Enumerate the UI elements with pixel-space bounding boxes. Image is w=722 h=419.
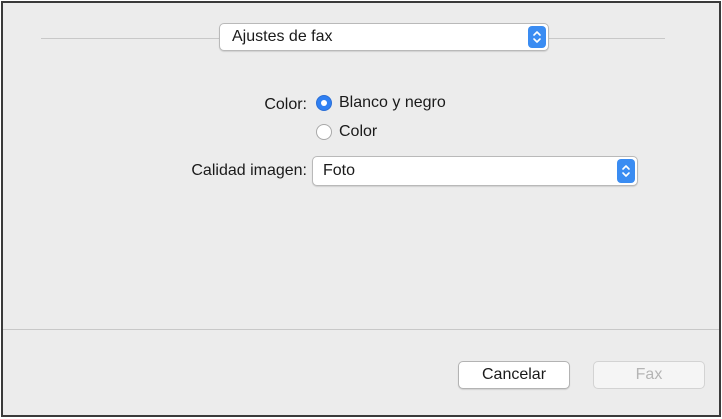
updown-chevron-icon [617, 159, 635, 183]
cancel-button[interactable]: Cancelar [458, 361, 570, 389]
image-quality-popup[interactable]: Foto [312, 156, 638, 186]
fax-settings-dialog: Ajustes de fax Color: Blanco y negro Col… [1, 1, 721, 417]
radio-color-label: Color [339, 123, 378, 140]
bottom-separator [3, 329, 719, 330]
settings-section-value: Ajustes de fax [232, 28, 333, 45]
radio-black-and-white-label: Blanco y negro [339, 94, 446, 111]
radio-black-and-white[interactable]: Blanco y negro [316, 94, 446, 112]
image-quality-value: Foto [323, 162, 356, 179]
updown-chevron-icon [528, 26, 546, 48]
settings-section-popup[interactable]: Ajustes de fax [219, 23, 549, 51]
radio-selected-icon[interactable] [316, 95, 332, 111]
color-label: Color: [264, 96, 307, 113]
radio-color[interactable]: Color [316, 123, 377, 141]
image-quality-label: Calidad imagen: [191, 162, 307, 179]
fax-button[interactable]: Fax [593, 361, 705, 389]
radio-unselected-icon[interactable] [316, 124, 332, 140]
